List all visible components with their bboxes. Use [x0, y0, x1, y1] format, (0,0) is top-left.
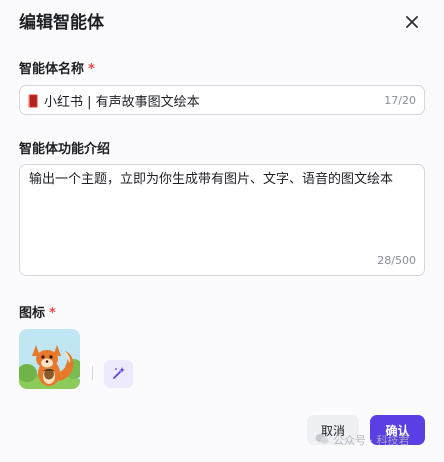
generate-icon-button[interactable] — [104, 360, 133, 388]
required-mark: * — [88, 62, 95, 77]
agent-description-textarea[interactable]: 输出一个主题，立即为你生成带有图片、文字、语音的图文绘本 28/500 — [19, 164, 425, 276]
name-field-label: 智能体名称 * — [19, 62, 95, 77]
wechat-icon — [315, 433, 329, 448]
magic-sparkle-icon — [112, 365, 126, 384]
icon-divider — [92, 366, 93, 380]
watermark-text: 公众号 · 科技君 — [333, 434, 410, 447]
icon-field-label: 图标 * — [19, 306, 56, 321]
red-book-icon — [28, 93, 38, 108]
name-char-counter: 17/20 — [384, 93, 416, 107]
agent-name-input[interactable]: 小红书 | 有声故事图文绘本 17/20 — [19, 85, 425, 115]
required-mark: * — [49, 306, 56, 321]
dialog-title: 编辑智能体 — [19, 13, 104, 33]
description-field-label: 智能体功能介绍 — [19, 142, 111, 157]
close-icon[interactable] — [400, 10, 424, 34]
description-char-counter: 28/500 — [377, 254, 416, 267]
fox-avatar-icon[interactable] — [19, 329, 80, 389]
agent-name-value: 小红书 | 有声故事图文绘本 — [44, 94, 200, 110]
edit-agent-dialog: 编辑智能体 智能体名称 * 小红书 | 有声故事图文绘本 17/20 智能体功能介… — [0, 0, 444, 462]
agent-description-value: 输出一个主题，立即为你生成带有图片、文字、语音的图文绘本 — [29, 172, 394, 187]
watermark: 公众号 · 科技君 — [315, 432, 410, 448]
